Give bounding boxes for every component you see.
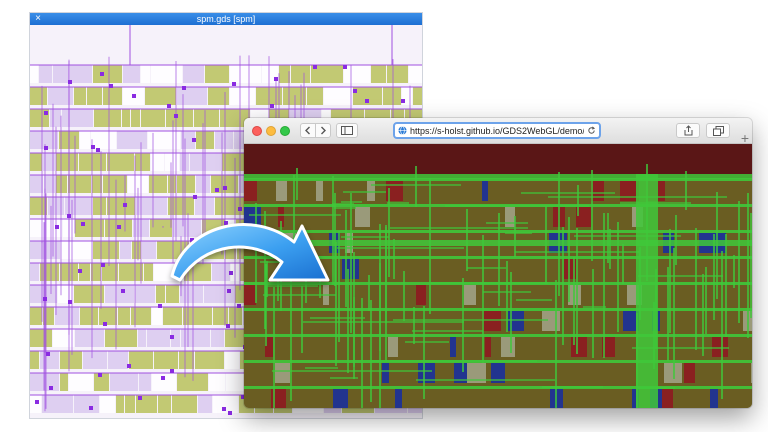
gds-title-bar: × spm.gds [spm] [30, 13, 422, 25]
address-bar[interactable]: https://s-holst.github.io/GDS2WebGL/demo… [393, 122, 601, 139]
back-button[interactable] [300, 123, 316, 138]
browser-toolbar: https://s-holst.github.io/GDS2WebGL/demo… [244, 118, 752, 145]
globe-icon [398, 126, 407, 135]
close-window-button[interactable] [252, 126, 262, 136]
close-icon[interactable]: × [33, 13, 43, 25]
sidebar-icon [341, 126, 353, 135]
show-tabs-button[interactable] [706, 123, 730, 138]
curved-arrow-icon [170, 223, 330, 282]
minimize-window-button[interactable] [266, 126, 276, 136]
sidebar-button[interactable] [336, 123, 358, 138]
url-text: https://s-holst.github.io/GDS2WebGL/demo… [410, 125, 584, 136]
zoom-window-button[interactable] [280, 126, 290, 136]
share-button[interactable] [676, 123, 700, 138]
forward-button[interactable] [315, 123, 331, 138]
gds-window-title: spm.gds [spm] [196, 14, 256, 24]
share-icon [684, 125, 692, 136]
tabs-icon [712, 125, 724, 136]
reload-icon[interactable] [587, 126, 596, 135]
chevron-left-icon [305, 126, 310, 135]
chevron-right-icon [321, 126, 326, 135]
